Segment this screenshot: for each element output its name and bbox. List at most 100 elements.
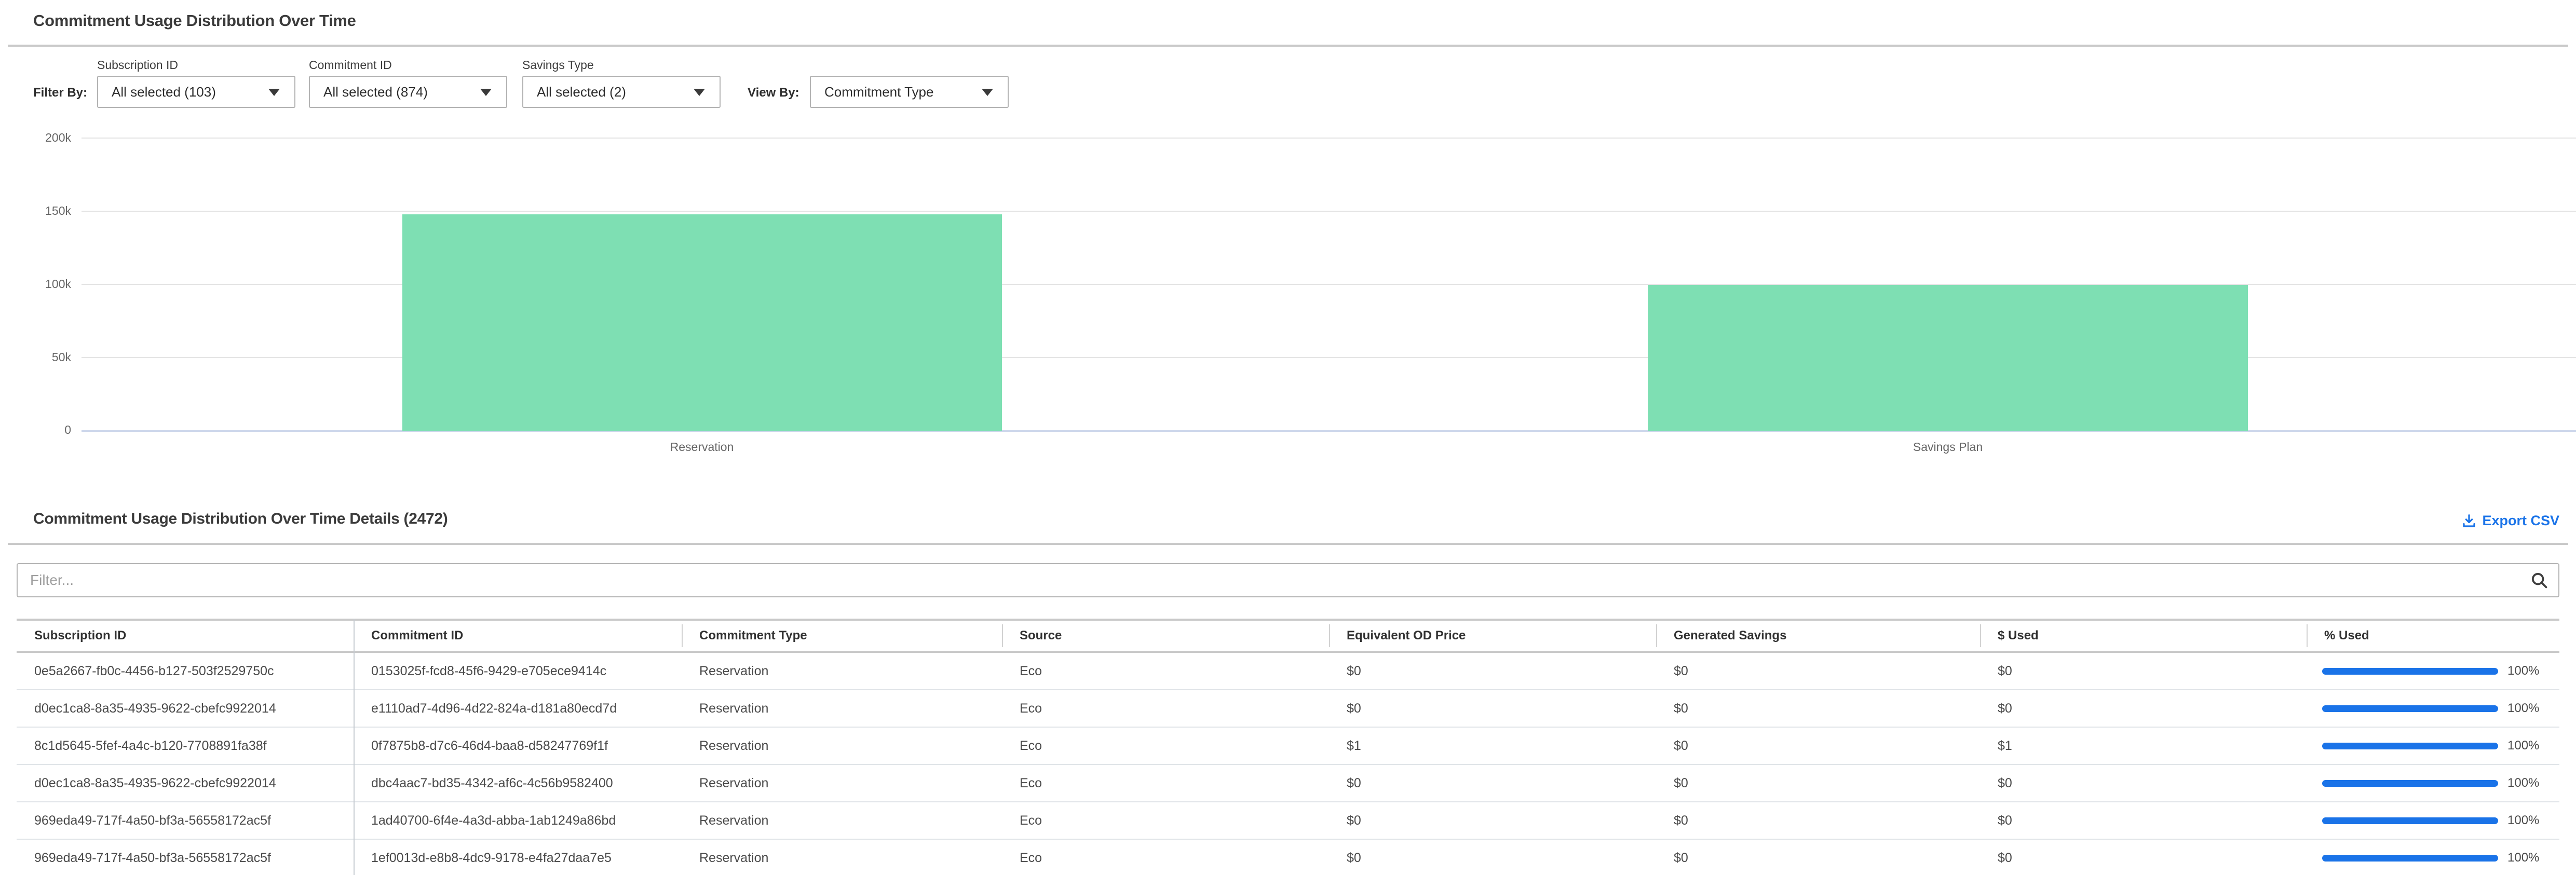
table-row: d0ec1ca8-8a35-4935-9622-cbefc9922014 e11… (17, 690, 2559, 728)
chevron-down-icon (480, 89, 492, 96)
percent-used-label: 100% (2507, 739, 2539, 753)
cell-commitment-id: 0f7875b8-d7c6-46d4-baa8-d58247769f1f (354, 739, 682, 754)
percent-used-label: 100% (2507, 813, 2539, 828)
percent-used-progress-bar (2322, 668, 2498, 675)
commitment-id-dropdown-value: All selected (874) (323, 84, 428, 100)
cell-commitment-type: Reservation (682, 664, 1002, 679)
cell-source: Eco (1002, 851, 1329, 866)
cell-percent-used: 100% (2307, 664, 2559, 678)
cell-commitment-type: Reservation (682, 739, 1002, 754)
y-axis-tick-label: 50k (8, 350, 71, 364)
cell-percent-used: 100% (2307, 851, 2559, 865)
percent-used-progress-bar (2322, 855, 2498, 862)
cell-subscription-id: 969eda49-717f-4a50-bf3a-56558172ac5f (17, 813, 354, 828)
cell-commitment-type: Reservation (682, 851, 1002, 866)
table-row: 8c1d5645-5fef-4a4c-b120-7708891fa38f 0f7… (17, 728, 2559, 765)
cell-percent-used: 100% (2307, 813, 2559, 828)
cell-equivalent-od-price: $0 (1329, 851, 1656, 866)
export-csv-label: Export CSV (2482, 513, 2559, 529)
percent-used-progress-bar (2322, 817, 2498, 824)
table-header-row: Subscription ID Commitment ID Commitment… (17, 619, 2559, 653)
percent-used-progress-bar (2322, 705, 2498, 712)
gridline-150k (82, 211, 2576, 212)
view-by-dropdown-value: Commitment Type (824, 84, 933, 100)
search-icon[interactable] (2529, 570, 2549, 590)
cell-commitment-id: 1ef0013d-e8b8-4dc9-9178-e4fa27daa7e5 (354, 851, 682, 866)
savings-type-dropdown[interactable]: All selected (2) (522, 76, 721, 108)
cell-equivalent-od-price: $0 (1329, 664, 1656, 679)
column-header-percent-used[interactable]: % Used (2307, 621, 2559, 651)
cell-dollar-used: $0 (1980, 664, 2307, 679)
cell-commitment-id: dbc4aac7-bd35-4342-af6c-4c56b9582400 (354, 776, 682, 791)
column-divider-line (354, 619, 355, 875)
percent-used-label: 100% (2507, 851, 2539, 865)
cell-percent-used: 100% (2307, 739, 2559, 753)
cell-equivalent-od-price: $0 (1329, 701, 1656, 716)
cell-commitment-id: e1110ad7-4d96-4d22-824a-d181a80ecd7d (354, 701, 682, 716)
column-header-subscription-id[interactable]: Subscription ID (17, 621, 354, 651)
cell-subscription-id: 969eda49-717f-4a50-bf3a-56558172ac5f (17, 851, 354, 866)
section-divider (8, 543, 2568, 545)
cell-subscription-id: d0ec1ca8-8a35-4935-9622-cbefc9922014 (17, 776, 354, 791)
column-header-equivalent-od-price[interactable]: Equivalent OD Price (1329, 621, 1656, 651)
savings-type-filter-label: Savings Type (522, 58, 594, 72)
filter-by-label: Filter By: (33, 86, 87, 100)
bar-reservation[interactable] (402, 214, 1002, 431)
y-axis-tick-label: 150k (8, 204, 71, 218)
percent-used-label: 100% (2507, 776, 2539, 790)
bar-savings-plan[interactable] (1648, 285, 2248, 431)
cell-commitment-id: 0153025f-fcd8-45f6-9429-e705ece9414c (354, 664, 682, 679)
cell-dollar-used: $0 (1980, 776, 2307, 791)
cell-dollar-used: $0 (1980, 813, 2307, 828)
cell-commitment-type: Reservation (682, 701, 1002, 716)
cell-generated-savings: $0 (1656, 776, 1980, 791)
cell-generated-savings: $0 (1656, 813, 1980, 828)
cell-source: Eco (1002, 739, 1329, 754)
table-row: 969eda49-717f-4a50-bf3a-56558172ac5f 1ef… (17, 840, 2559, 875)
cell-source: Eco (1002, 813, 1329, 828)
table-filter-input[interactable] (17, 563, 2559, 597)
export-csv-button[interactable]: Export CSV (2461, 513, 2559, 529)
section-divider (8, 45, 2568, 47)
y-axis-tick-label: 0 (8, 423, 71, 437)
cell-percent-used: 100% (2307, 701, 2559, 716)
table-row: d0ec1ca8-8a35-4935-9622-cbefc9922014 dbc… (17, 765, 2559, 802)
cell-dollar-used: $0 (1980, 701, 2307, 716)
column-header-commitment-id[interactable]: Commitment ID (354, 621, 682, 651)
cell-subscription-id: 8c1d5645-5fef-4a4c-b120-7708891fa38f (17, 739, 354, 754)
cell-source: Eco (1002, 776, 1329, 791)
view-by-dropdown[interactable]: Commitment Type (810, 76, 1009, 108)
savings-type-dropdown-value: All selected (2) (537, 84, 626, 100)
subscription-id-dropdown[interactable]: All selected (103) (97, 76, 295, 108)
details-section-title: Commitment Usage Distribution Over Time … (33, 510, 448, 528)
page-title: Commitment Usage Distribution Over Time (33, 11, 356, 30)
cell-commitment-type: Reservation (682, 776, 1002, 791)
cell-dollar-used: $0 (1980, 851, 2307, 866)
cell-source: Eco (1002, 701, 1329, 716)
cell-percent-used: 100% (2307, 776, 2559, 790)
column-header-dollar-used[interactable]: $ Used (1980, 621, 2307, 651)
commitment-usage-dashboard: Commitment Usage Distribution Over Time … (0, 0, 2576, 875)
cell-subscription-id: 0e5a2667-fb0c-4456-b127-503f2529750c (17, 664, 354, 679)
table-row: 0e5a2667-fb0c-4456-b127-503f2529750c 015… (17, 653, 2559, 690)
chevron-down-icon (982, 89, 993, 96)
y-axis-tick-label: 200k (8, 131, 71, 145)
percent-used-label: 100% (2507, 701, 2539, 716)
subscription-id-dropdown-value: All selected (103) (112, 84, 216, 100)
x-axis-category-label: Reservation (598, 440, 806, 454)
commitment-id-filter-label: Commitment ID (309, 58, 392, 72)
table-row: 969eda49-717f-4a50-bf3a-56558172ac5f 1ad… (17, 802, 2559, 840)
subscription-id-filter-label: Subscription ID (97, 58, 178, 72)
cell-source: Eco (1002, 664, 1329, 679)
column-header-source[interactable]: Source (1002, 621, 1329, 651)
chevron-down-icon (268, 89, 280, 96)
download-icon (2461, 513, 2477, 529)
cell-dollar-used: $1 (1980, 739, 2307, 754)
column-header-generated-savings[interactable]: Generated Savings (1656, 621, 1980, 651)
cell-subscription-id: d0ec1ca8-8a35-4935-9622-cbefc9922014 (17, 701, 354, 716)
cell-generated-savings: $0 (1656, 739, 1980, 754)
column-header-commitment-type[interactable]: Commitment Type (682, 621, 1002, 651)
y-axis-tick-label: 100k (8, 277, 71, 291)
cell-commitment-type: Reservation (682, 813, 1002, 828)
commitment-id-dropdown[interactable]: All selected (874) (309, 76, 507, 108)
